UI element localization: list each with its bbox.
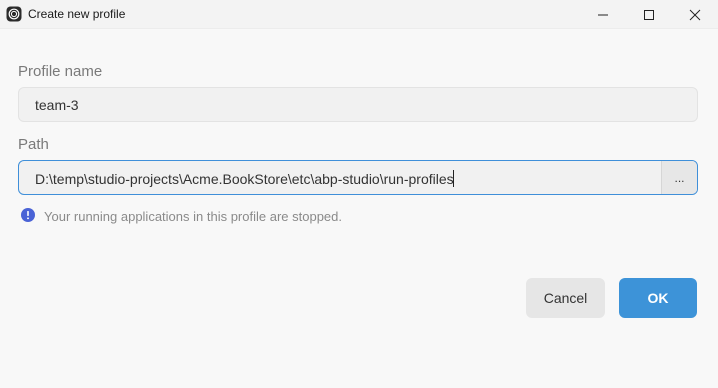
profile-name-value: team-3 [35, 97, 79, 113]
maximize-button[interactable] [626, 0, 672, 29]
close-button[interactable] [672, 0, 718, 29]
info-message: Your running applications in this profil… [44, 209, 342, 224]
info-circle-icon [21, 208, 35, 222]
minimize-icon [597, 9, 609, 21]
text-caret [452, 170, 454, 187]
path-label: Path [18, 136, 49, 153]
path-value: D:\temp\studio-projects\Acme.BookStore\e… [35, 171, 454, 187]
browse-path-button[interactable]: ... [661, 161, 697, 194]
close-icon [689, 9, 701, 21]
path-value-wrap: D:\temp\studio-projects\Acme.BookStore\e… [35, 170, 454, 187]
minimize-button[interactable] [580, 0, 626, 29]
ok-button[interactable]: OK [619, 278, 697, 318]
profile-name-label: Profile name [18, 63, 103, 80]
cancel-button[interactable]: Cancel [526, 278, 605, 318]
window-title: Create new profile [28, 7, 126, 21]
abp-studio-logo-icon [6, 6, 22, 22]
path-input[interactable]: D:\temp\studio-projects\Acme.BookStore\e… [18, 160, 698, 195]
title-bar: Create new profile [0, 0, 718, 29]
maximize-icon [643, 9, 655, 21]
profile-name-input[interactable]: team-3 [18, 87, 698, 122]
